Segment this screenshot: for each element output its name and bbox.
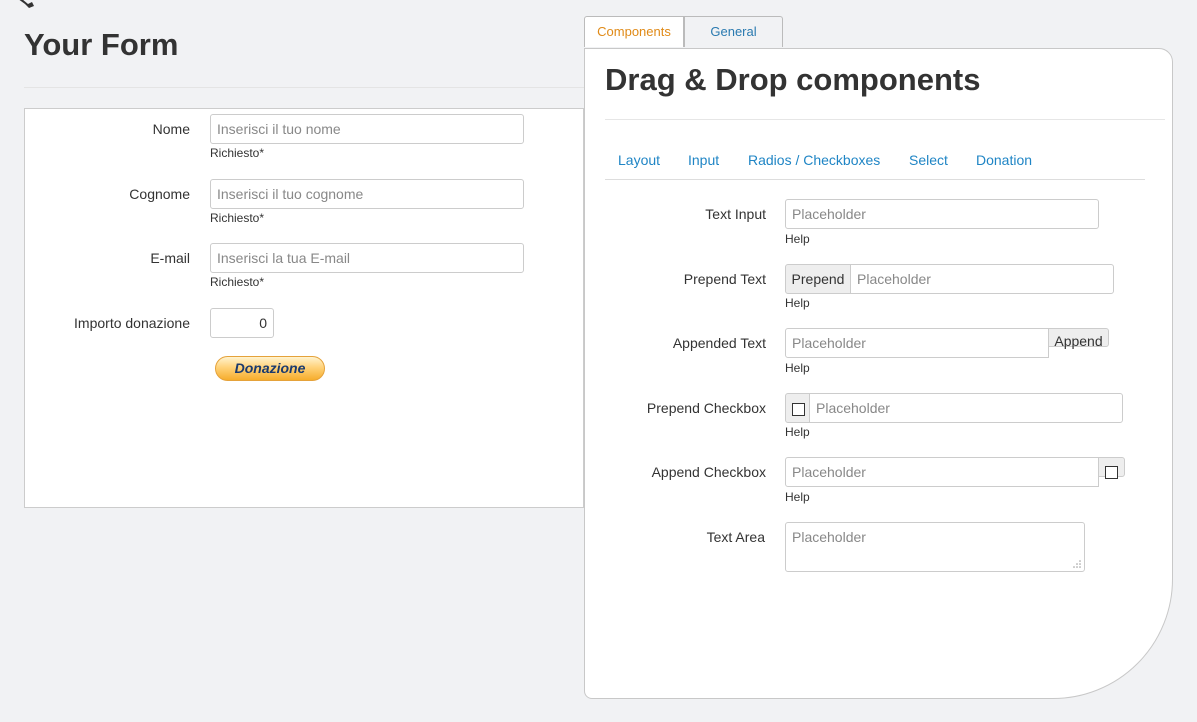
- nome-input[interactable]: Inserisci il tuo nome: [210, 114, 524, 144]
- field-label-cognome: Cognome: [129, 186, 190, 202]
- prepend-checkbox-help: Help: [785, 425, 810, 439]
- form-canvas[interactable]: Nome Inserisci il tuo nome Richiesto* Co…: [24, 108, 584, 508]
- amount-input[interactable]: 0: [210, 308, 274, 338]
- cognome-input[interactable]: Inserisci il tuo cognome: [210, 179, 524, 209]
- field-label-importo: Importo donazione: [74, 315, 190, 331]
- nav-layout[interactable]: Layout: [618, 152, 660, 168]
- prepend-text-component[interactable]: Placeholder: [850, 264, 1114, 294]
- panel-title: Drag & Drop components: [605, 62, 981, 97]
- append-checkbox-addon: [1098, 457, 1125, 479]
- text-area-component[interactable]: Placeholder: [785, 522, 1085, 572]
- field-label-email: E-mail: [150, 250, 190, 266]
- component-category-nav: Layout Input Radios / Checkboxes Select …: [605, 147, 1145, 180]
- text-area-placeholder: Placeholder: [792, 529, 866, 545]
- form-title: Your Form: [24, 27, 179, 62]
- prepend-text-help: Help: [785, 296, 810, 310]
- append-addon: Append: [1048, 328, 1109, 349]
- panel-divider: [605, 119, 1165, 120]
- appended-text-component[interactable]: Placeholder: [785, 328, 1049, 358]
- text-input-help: Help: [785, 232, 810, 246]
- appended-text-help: Help: [785, 361, 810, 375]
- nav-input[interactable]: Input: [688, 152, 719, 168]
- resize-grip-icon[interactable]: [1073, 560, 1081, 568]
- text-input-label: Text Input: [705, 206, 766, 222]
- prepend-checkbox-component[interactable]: Placeholder: [809, 393, 1123, 423]
- nav-select[interactable]: Select: [909, 152, 948, 168]
- field-label-nome: Nome: [152, 121, 190, 137]
- prepend-checkbox-addon: [785, 393, 810, 423]
- prepend-checkbox[interactable]: [792, 403, 805, 416]
- append-checkbox[interactable]: [1105, 466, 1118, 479]
- prepend-checkbox-label: Prepend Checkbox: [646, 400, 766, 416]
- tab-general[interactable]: General: [684, 16, 783, 47]
- email-input[interactable]: Inserisci la tua E-mail: [210, 243, 524, 273]
- components-panel: Drag & Drop components Layout Input Radi…: [584, 48, 1173, 699]
- wrench-icon: [19, 0, 34, 8]
- prepend-text-label: Prepend Text: [683, 271, 766, 287]
- email-help: Richiesto*: [210, 275, 265, 289]
- text-area-label: Text Area: [706, 529, 765, 545]
- appended-text-label: Appended Text: [672, 335, 766, 351]
- nav-donation[interactable]: Donation: [976, 152, 1032, 168]
- nav-radios-checkboxes[interactable]: Radios / Checkboxes: [748, 152, 880, 168]
- append-checkbox-component[interactable]: Placeholder: [785, 457, 1099, 487]
- text-input-component[interactable]: Placeholder: [785, 199, 1099, 229]
- cognome-help: Richiesto*: [210, 211, 265, 225]
- prepend-addon: Prepend: [785, 264, 851, 294]
- append-checkbox-help: Help: [785, 490, 810, 504]
- append-checkbox-label: Append Checkbox: [651, 464, 766, 480]
- tab-components[interactable]: Components: [584, 16, 684, 47]
- nome-help: Richiesto*: [210, 146, 265, 160]
- donate-button[interactable]: Donazione: [215, 356, 325, 381]
- form-divider: [24, 87, 584, 88]
